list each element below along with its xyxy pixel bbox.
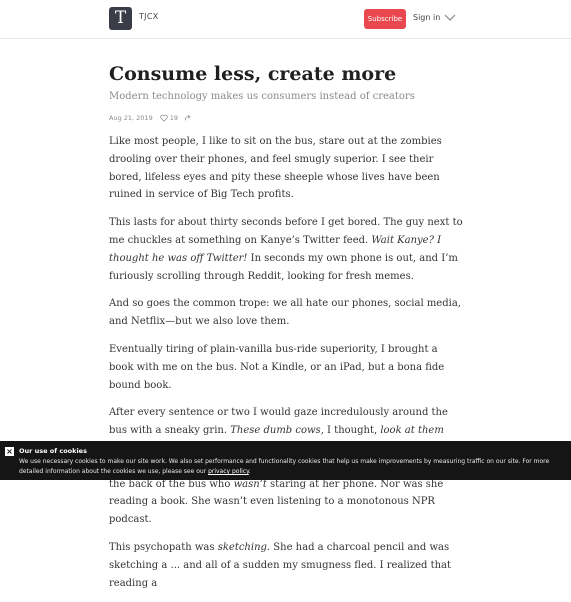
paragraph-text: I thought, — [323, 425, 381, 437]
emphasis-text: wasn’t — [233, 478, 267, 490]
article-paragraph: And so goes the common trope: we all hat… — [109, 295, 464, 331]
article-paragraph: This psychopath was sketching. She had a… — [109, 539, 464, 592]
close-icon[interactable]: × — [5, 447, 14, 456]
article: Consume less, create more Modern technol… — [109, 62, 464, 602]
post-date: Aug 21, 2019 — [109, 114, 153, 122]
heart-icon[interactable] — [159, 114, 168, 122]
paragraph-text: This psychopath was — [109, 541, 218, 553]
emphasis-text: sketching — [217, 541, 267, 553]
article-paragraph: Like most people, I like to sit on the b… — [109, 133, 464, 204]
article-body: Like most people, I like to sit on the b… — [109, 133, 464, 592]
article-subtitle: Modern technology makes us consumers ins… — [109, 91, 415, 102]
article-paragraph: This lasts for about thirty seconds befo… — [109, 214, 464, 285]
paragraph-text: Like most people, I like to sit on the b… — [109, 136, 442, 201]
cookie-banner-title: Our use of cookies — [19, 447, 87, 455]
subscribe-button[interactable]: Subscribe — [364, 9, 406, 29]
emphasis-text: These dumb cows, — [230, 425, 324, 437]
article-meta: Aug 21, 2019 19 — [109, 112, 464, 124]
article-paragraph: Eventually tiring of plain-vanilla bus-r… — [109, 341, 464, 394]
like-count: 19 — [169, 114, 178, 122]
site-header: T TJCX Subscribe Sign in — [0, 0, 571, 39]
paragraph-text: Eventually tiring of plain-vanilla bus-r… — [109, 343, 445, 391]
cookie-text-body: We use necessary cookies to make our sit… — [19, 458, 550, 475]
paragraph-text: And so goes the common trope: we all hat… — [109, 298, 461, 328]
cookie-text-end: . — [248, 468, 251, 475]
publication-name[interactable]: TJCX — [139, 12, 159, 21]
cookie-banner-text: We use necessary cookies to make our sit… — [19, 457, 559, 477]
publication-logo[interactable]: T — [109, 7, 132, 30]
article-title: Consume less, create more — [109, 63, 397, 85]
chevron-down-icon[interactable] — [444, 13, 456, 23]
privacy-policy-link[interactable]: privacy policy — [208, 468, 249, 475]
signin-link[interactable]: Sign in — [413, 13, 440, 22]
share-icon[interactable] — [184, 114, 192, 122]
cookie-banner: × Our use of cookies We use necessary co… — [0, 441, 571, 480]
